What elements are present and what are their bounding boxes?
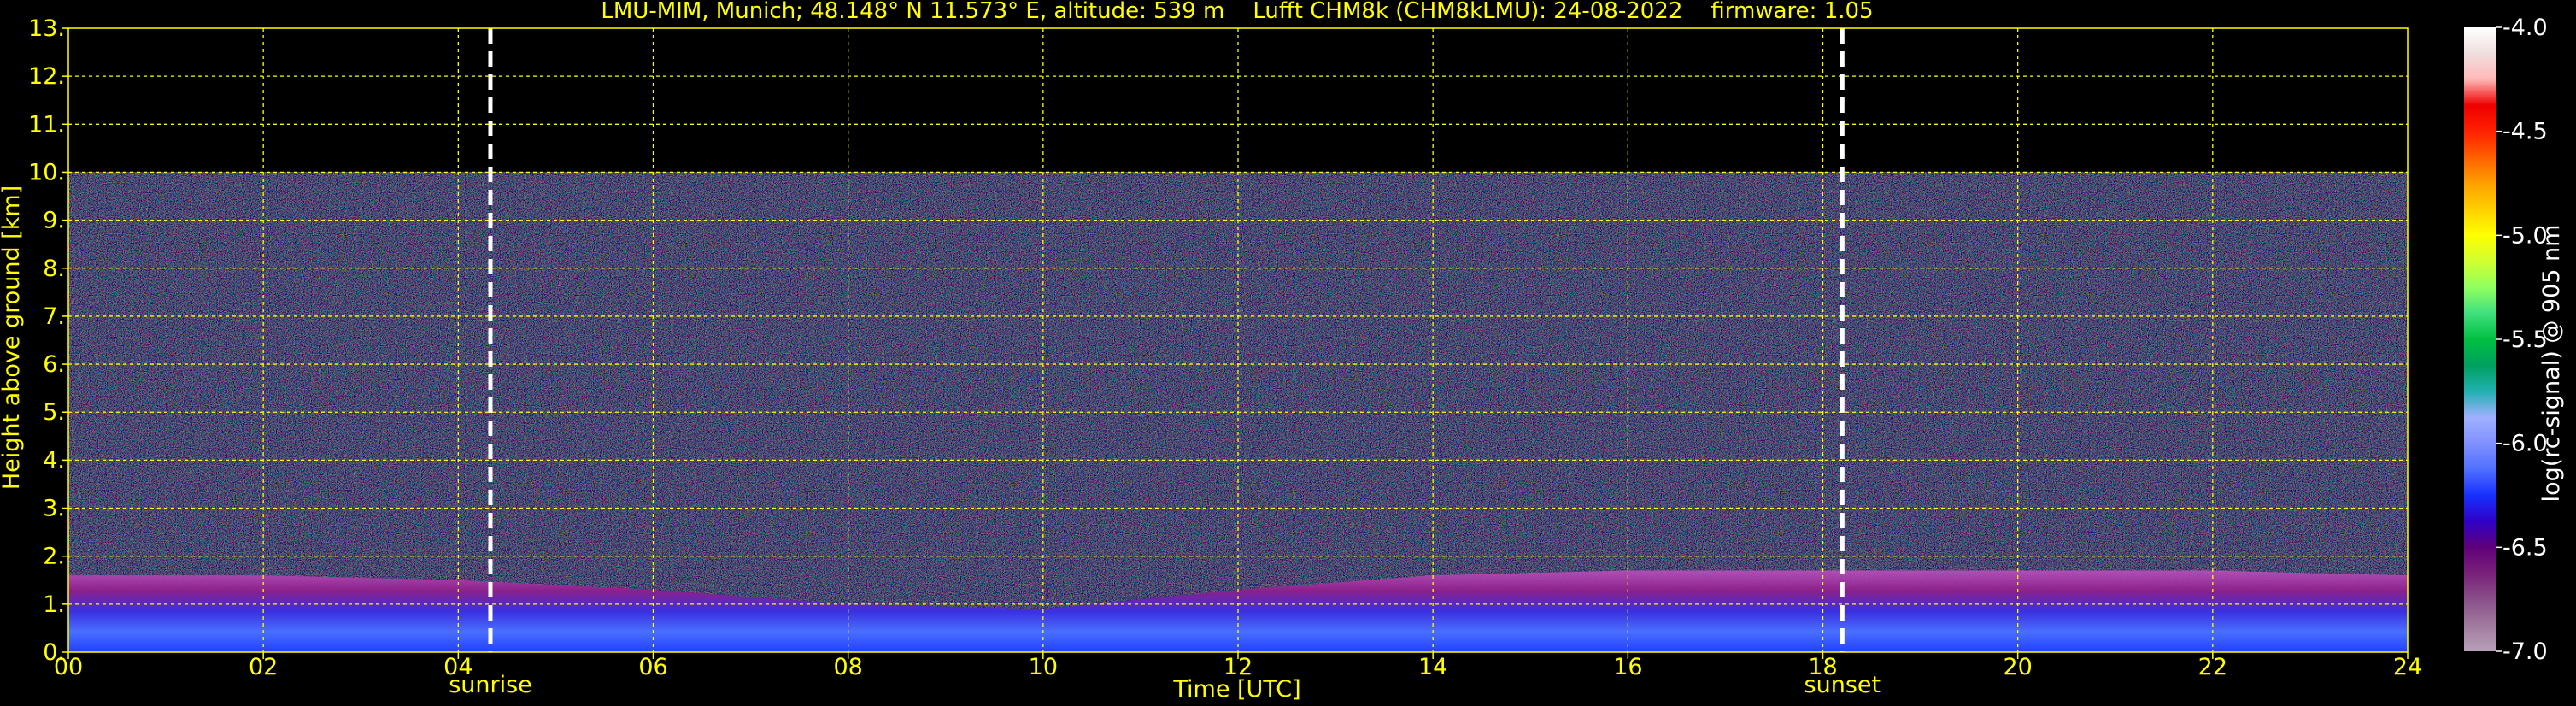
x-tick-label: 14: [1418, 654, 1447, 680]
x-tick-label: 20: [2003, 654, 2032, 680]
y-tick-label: 2.: [43, 544, 65, 570]
x-tick-label: 04: [443, 654, 472, 680]
x-tick-label: 22: [2198, 654, 2227, 680]
plot-area: [68, 28, 2408, 652]
x-tick-label: 02: [249, 654, 278, 680]
y-tick-label: 7.: [43, 303, 65, 330]
x-tick-label: 00: [54, 654, 83, 680]
x-tick-label: 06: [638, 654, 667, 680]
y-axis-label: Height above ground [km]: [0, 185, 25, 490]
colorbar: -4.0-4.5-5.0-5.5-6.0-6.5-7.0 log(rc-sign…: [2464, 15, 2565, 665]
ceilometer-chart: sunrise sunset 0.1.2.3.4.5.6.7.8.9.10.11.…: [0, 0, 2565, 703]
x-tick-label: 24: [2393, 654, 2422, 680]
y-tick-label: 3.: [43, 496, 65, 522]
y-tick-label: 8.: [43, 256, 65, 282]
y-tick-label: 6.: [43, 351, 65, 378]
colorbar-tick-label: -6.5: [2503, 534, 2548, 561]
y-tick-label: 12.: [28, 63, 65, 90]
y-tick-label: 1.: [43, 591, 65, 618]
colorbar-label: log(rc-signal) @ 905 nm: [2538, 225, 2565, 503]
x-tick-label: 16: [1613, 654, 1642, 680]
y-tick-labels: 0.1.2.3.4.5.6.7.8.9.10.11.12.13.: [28, 15, 68, 666]
colorbar-tick-label: -4.5: [2503, 119, 2548, 145]
chart-title: LMU-MIM, Munich; 48.148° N 11.573° E, al…: [601, 0, 1873, 24]
y-tick-label: 11.: [28, 111, 65, 138]
x-axis-label: Time [UTC]: [1172, 676, 1300, 703]
y-tick-label: 10.: [28, 159, 65, 185]
y-tick-label: 4.: [43, 447, 65, 474]
y-tick-label: 5.: [43, 399, 65, 426]
x-tick-label: 18: [1808, 654, 1837, 680]
colorbar-gradient: [2464, 27, 2496, 651]
colorbar-tick-label: -7.0: [2503, 638, 2548, 665]
y-tick-label: 9.: [43, 208, 65, 234]
x-tick-label: 10: [1029, 654, 1058, 680]
colorbar-tick-label: -4.0: [2503, 15, 2548, 41]
y-tick-label: 13.: [28, 15, 65, 42]
x-tick-label: 08: [833, 654, 862, 680]
